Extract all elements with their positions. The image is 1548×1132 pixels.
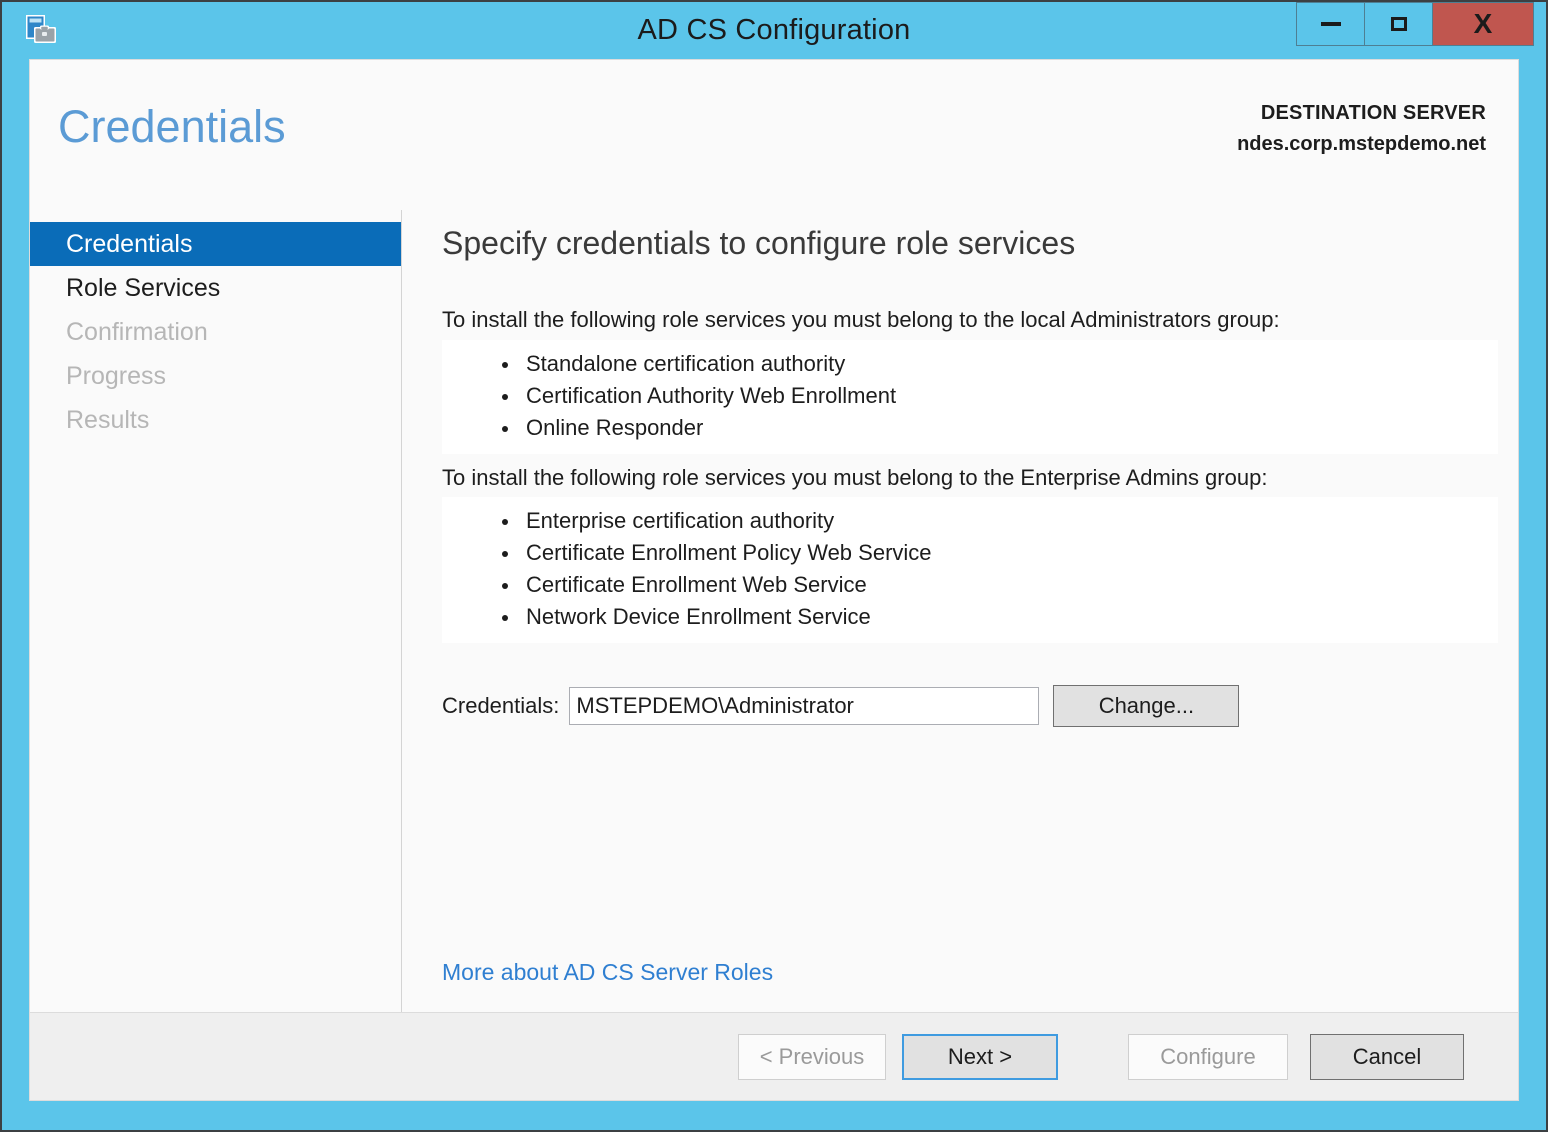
- local-admins-service-panel: Standalone certification authority Certi…: [442, 339, 1498, 454]
- close-icon: X: [1473, 8, 1493, 39]
- change-credentials-button[interactable]: Change...: [1053, 685, 1240, 728]
- list-item: Enterprise certification authority: [500, 505, 1498, 537]
- destination-server-name: ndes.corp.mstepdemo.net: [1237, 133, 1486, 155]
- enterprise-admins-intro: To install the following role services y…: [442, 464, 1268, 490]
- adcs-configuration-window: AD CS Configuration X Credentials DESTIN…: [0, 0, 1548, 1132]
- more-about-ad-cs-server-roles-link[interactable]: More about AD CS Server Roles: [442, 959, 773, 986]
- wizard-body: Credentials Role Services Confirmation P…: [30, 210, 1518, 1012]
- credentials-label: Credentials:: [442, 693, 560, 719]
- sidebar-item-label: Credentials: [66, 230, 193, 258]
- credentials-input[interactable]: [569, 687, 1040, 726]
- list-item: Certificate Enrollment Web Service: [500, 569, 1498, 601]
- sidebar-item-results: Results: [30, 398, 401, 442]
- wizard-step-navigation: Credentials Role Services Confirmation P…: [30, 210, 402, 1012]
- previous-button: < Previous: [738, 1033, 886, 1080]
- close-button[interactable]: X: [1433, 3, 1533, 45]
- sidebar-item-role-services[interactable]: Role Services: [30, 266, 401, 310]
- minimize-button[interactable]: [1297, 3, 1365, 45]
- wizard-content-pane: Specify credentials to configure role se…: [402, 210, 1518, 1012]
- sidebar-item-label: Role Services: [66, 274, 221, 302]
- list-item: Standalone certification authority: [500, 348, 1498, 380]
- sidebar-item-label: Results: [66, 406, 150, 434]
- wizard-client-area: Credentials DESTINATION SERVER ndes.corp…: [30, 60, 1518, 1100]
- cancel-button[interactable]: Cancel: [1310, 1033, 1464, 1080]
- title-bar[interactable]: AD CS Configuration X: [2, 2, 1546, 60]
- configure-button: Configure: [1128, 1033, 1288, 1080]
- enterprise-admins-service-panel: Enterprise certification authority Certi…: [442, 497, 1498, 644]
- list-item: Certificate Enrollment Policy Web Servic…: [500, 537, 1498, 569]
- credentials-row: Credentials: Change...: [442, 685, 1518, 728]
- wizard-footer: < Previous Next > Configure Cancel: [30, 1012, 1518, 1100]
- enterprise-admins-service-list: Enterprise certification authority Certi…: [442, 505, 1498, 633]
- maximize-icon: [1390, 17, 1407, 31]
- sidebar-item-label: Confirmation: [66, 318, 208, 346]
- minimize-icon: [1320, 22, 1341, 26]
- sidebar-item-progress: Progress: [30, 354, 401, 398]
- list-item: Online Responder: [500, 412, 1498, 444]
- content-heading: Specify credentials to configure role se…: [442, 225, 1076, 261]
- sidebar-item-confirmation: Confirmation: [30, 310, 401, 354]
- list-item: Network Device Enrollment Service: [500, 601, 1498, 633]
- destination-server-label: DESTINATION SERVER: [1260, 102, 1486, 124]
- list-item: Certification Authority Web Enrollment: [500, 380, 1498, 412]
- page-title: Credentials: [58, 101, 286, 152]
- maximize-button[interactable]: [1365, 3, 1433, 45]
- local-admins-intro: To install the following role services y…: [442, 307, 1280, 333]
- page-header: Credentials DESTINATION SERVER ndes.corp…: [30, 60, 1518, 210]
- window-controls: X: [1296, 2, 1534, 46]
- next-button[interactable]: Next >: [902, 1033, 1058, 1080]
- sidebar-item-credentials[interactable]: Credentials: [30, 222, 401, 266]
- destination-server-block: DESTINATION SERVER ndes.corp.mstepdemo.n…: [1237, 98, 1486, 160]
- sidebar-item-label: Progress: [66, 362, 167, 390]
- local-admins-service-list: Standalone certification authority Certi…: [442, 348, 1498, 444]
